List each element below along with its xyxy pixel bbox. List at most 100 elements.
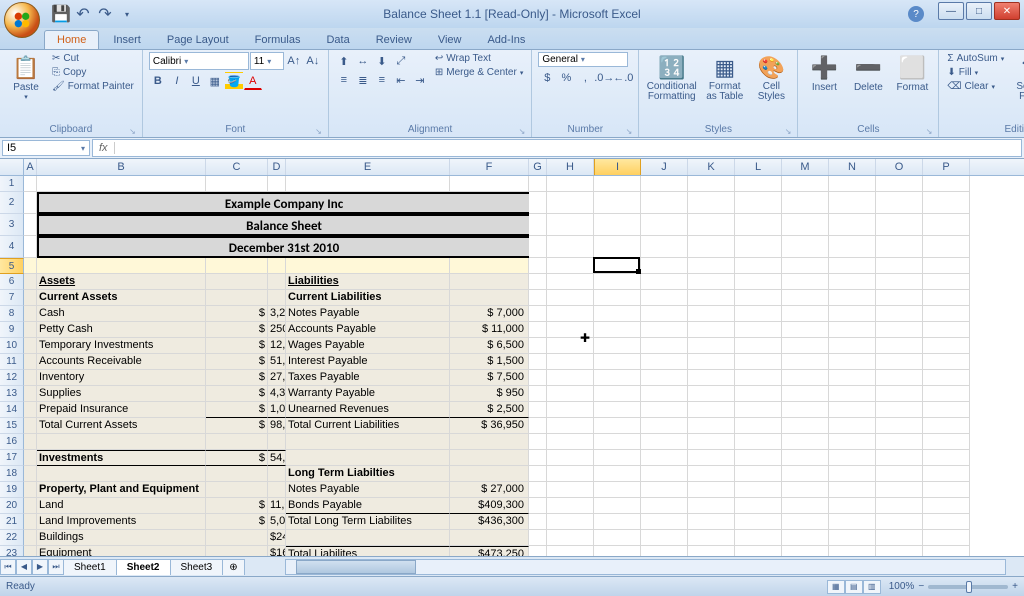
cell[interactable]: $ [206,322,268,338]
nav-next-button[interactable]: ▶ [32,559,48,575]
cell[interactable] [735,466,782,482]
cell[interactable]: Buildings [37,530,206,546]
cell[interactable] [547,466,594,482]
font-size-select[interactable]: 11 [250,52,284,70]
col-header-H[interactable]: H [547,159,594,175]
cell[interactable] [24,546,37,556]
cell[interactable] [641,290,688,306]
cell[interactable] [24,258,37,274]
cell[interactable] [782,418,829,434]
cell[interactable] [735,530,782,546]
cell[interactable]: $ 36,950 [450,418,529,434]
cell[interactable] [923,370,970,386]
row-header-4[interactable]: 4 [0,236,24,258]
cell[interactable] [923,514,970,530]
cell[interactable] [24,402,37,418]
cell[interactable] [450,450,529,466]
cell[interactable] [782,274,829,290]
row-header-3[interactable]: 3 [0,214,24,236]
cell[interactable] [782,290,829,306]
orientation-button[interactable]: ⤢ [392,52,410,70]
cell[interactable] [547,546,594,556]
cell[interactable] [594,258,641,274]
cell[interactable] [594,450,641,466]
cells-area[interactable]: Example Company IncExample Company IncBa… [24,176,970,556]
cell[interactable] [923,434,970,450]
cell[interactable] [876,482,923,498]
cell[interactable]: Cash [37,306,206,322]
cell[interactable] [829,322,876,338]
cell[interactable] [594,338,641,354]
cell[interactable] [829,370,876,386]
normal-view-button[interactable]: ▦ [827,580,845,594]
cell[interactable] [829,258,876,274]
cell[interactable] [641,214,688,236]
cell[interactable]: Property, Plant and Equipment [37,482,206,498]
col-header-A[interactable]: A [24,159,37,175]
cell[interactable] [450,258,529,274]
nav-prev-button[interactable]: ◀ [16,559,32,575]
cell[interactable] [876,418,923,434]
cell[interactable] [641,306,688,322]
cell[interactable] [876,434,923,450]
cell[interactable] [923,322,970,338]
cell[interactable] [594,530,641,546]
cell[interactable] [782,546,829,556]
cell[interactable] [876,466,923,482]
cell[interactable] [547,370,594,386]
cell[interactable] [641,192,688,214]
cell[interactable] [529,546,547,556]
cell[interactable] [547,176,594,192]
cell[interactable] [450,176,529,192]
row-header-6[interactable]: 6 [0,274,24,290]
cell[interactable] [641,546,688,556]
cell[interactable] [547,514,594,530]
cell[interactable]: Example Company Inc [37,192,529,214]
format-as-table-button[interactable]: ▦Format as Table [702,52,747,104]
select-all-corner[interactable] [0,159,24,175]
tab-formulas[interactable]: Formulas [243,31,313,49]
cell[interactable] [829,338,876,354]
cell[interactable] [450,290,529,306]
row-header-15[interactable]: 15 [0,418,24,434]
cell[interactable] [876,236,923,258]
cell[interactable] [876,402,923,418]
cell[interactable] [688,274,735,290]
cell[interactable] [876,322,923,338]
cell[interactable] [206,546,268,556]
cell[interactable]: Liabilities [286,274,450,290]
cell[interactable]: December 31st 2010 [37,236,529,258]
horizontal-scrollbar[interactable] [285,559,1006,575]
row-header-22[interactable]: 22 [0,530,24,546]
cell[interactable] [688,192,735,214]
cell[interactable] [876,370,923,386]
cell[interactable] [641,370,688,386]
cell[interactable] [735,176,782,192]
number-format-select[interactable]: General [538,52,628,67]
clear-button[interactable]: ⌫Clear▾ [945,80,1006,93]
cell[interactable]: Accounts Payable [286,322,450,338]
cell[interactable] [24,274,37,290]
cell[interactable] [547,338,594,354]
cell[interactable]: Land Improvements [37,514,206,530]
cell[interactable] [923,546,970,556]
cell[interactable] [450,434,529,450]
cell[interactable] [24,434,37,450]
sheet-tab-1[interactable]: Sheet1 [63,559,117,575]
cell[interactable] [594,402,641,418]
cell[interactable]: Current Assets [37,290,206,306]
tab-data[interactable]: Data [314,31,361,49]
cell[interactable] [688,354,735,370]
cell[interactable] [529,322,547,338]
sort-filter-button[interactable]: ⇅Sort & Filter [1010,52,1024,104]
cell[interactable] [735,482,782,498]
cell[interactable] [688,338,735,354]
cell[interactable]: Balance Sheet [37,214,529,236]
cell[interactable] [688,386,735,402]
cell[interactable] [923,530,970,546]
cell[interactable] [735,236,782,258]
cell[interactable] [641,402,688,418]
cell[interactable] [735,338,782,354]
zoom-level[interactable]: 100% [889,581,915,592]
cell[interactable] [782,176,829,192]
